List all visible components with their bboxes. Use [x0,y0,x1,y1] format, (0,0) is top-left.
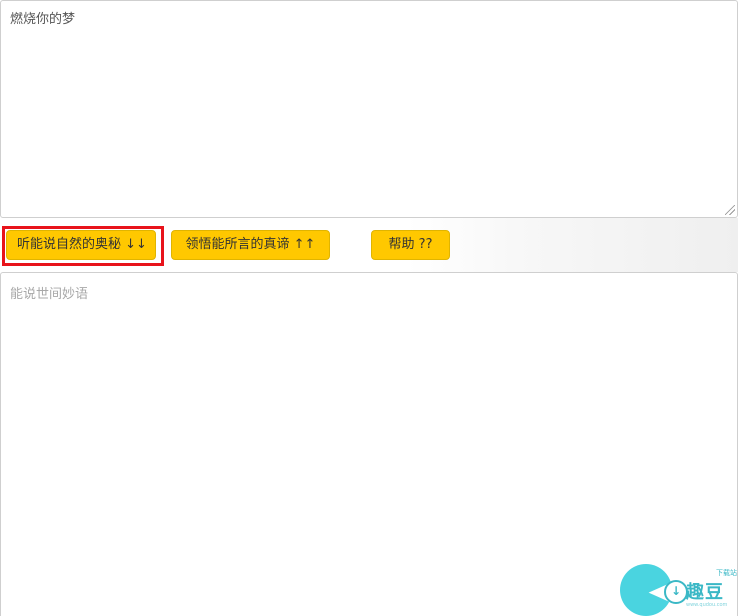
watermark-brand: 趣豆 [686,582,724,603]
input-text: 燃烧你的梦 [10,12,76,27]
speak-button-label: 领悟能所言的真谛 ↑↑ [185,237,316,252]
resize-grip-icon[interactable] [725,205,735,215]
speak-button[interactable]: 领悟能所言的真谛 ↑↑ [171,230,330,260]
help-button[interactable]: 帮助 ?? [371,230,450,260]
listen-button[interactable]: 听能说自然的奥秘 ↓↓ [6,230,156,260]
page: 燃烧你的梦 听能说自然的奥秘 ↓↓ 领悟能所言的真谛 ↑↑ 帮助 ?? 能说世间… [0,0,738,616]
input-textarea[interactable]: 燃烧你的梦 [0,0,738,218]
output-placeholder: 能说世间妙语 [10,287,89,302]
listen-button-label: 听能说自然的奥秘 ↓↓ [17,237,147,252]
download-arrow-icon: ↓ [664,580,688,604]
watermark-small-text: 下载站 [716,569,737,577]
help-button-label: 帮助 ?? [388,237,433,252]
watermark-url: www.qudou.com [686,602,728,608]
action-toolbar: 听能说自然的奥秘 ↓↓ 领悟能所言的真谛 ↑↑ 帮助 ?? [0,218,738,272]
site-watermark: ↓ 下载站 趣豆 www.qudou.com [620,558,738,616]
